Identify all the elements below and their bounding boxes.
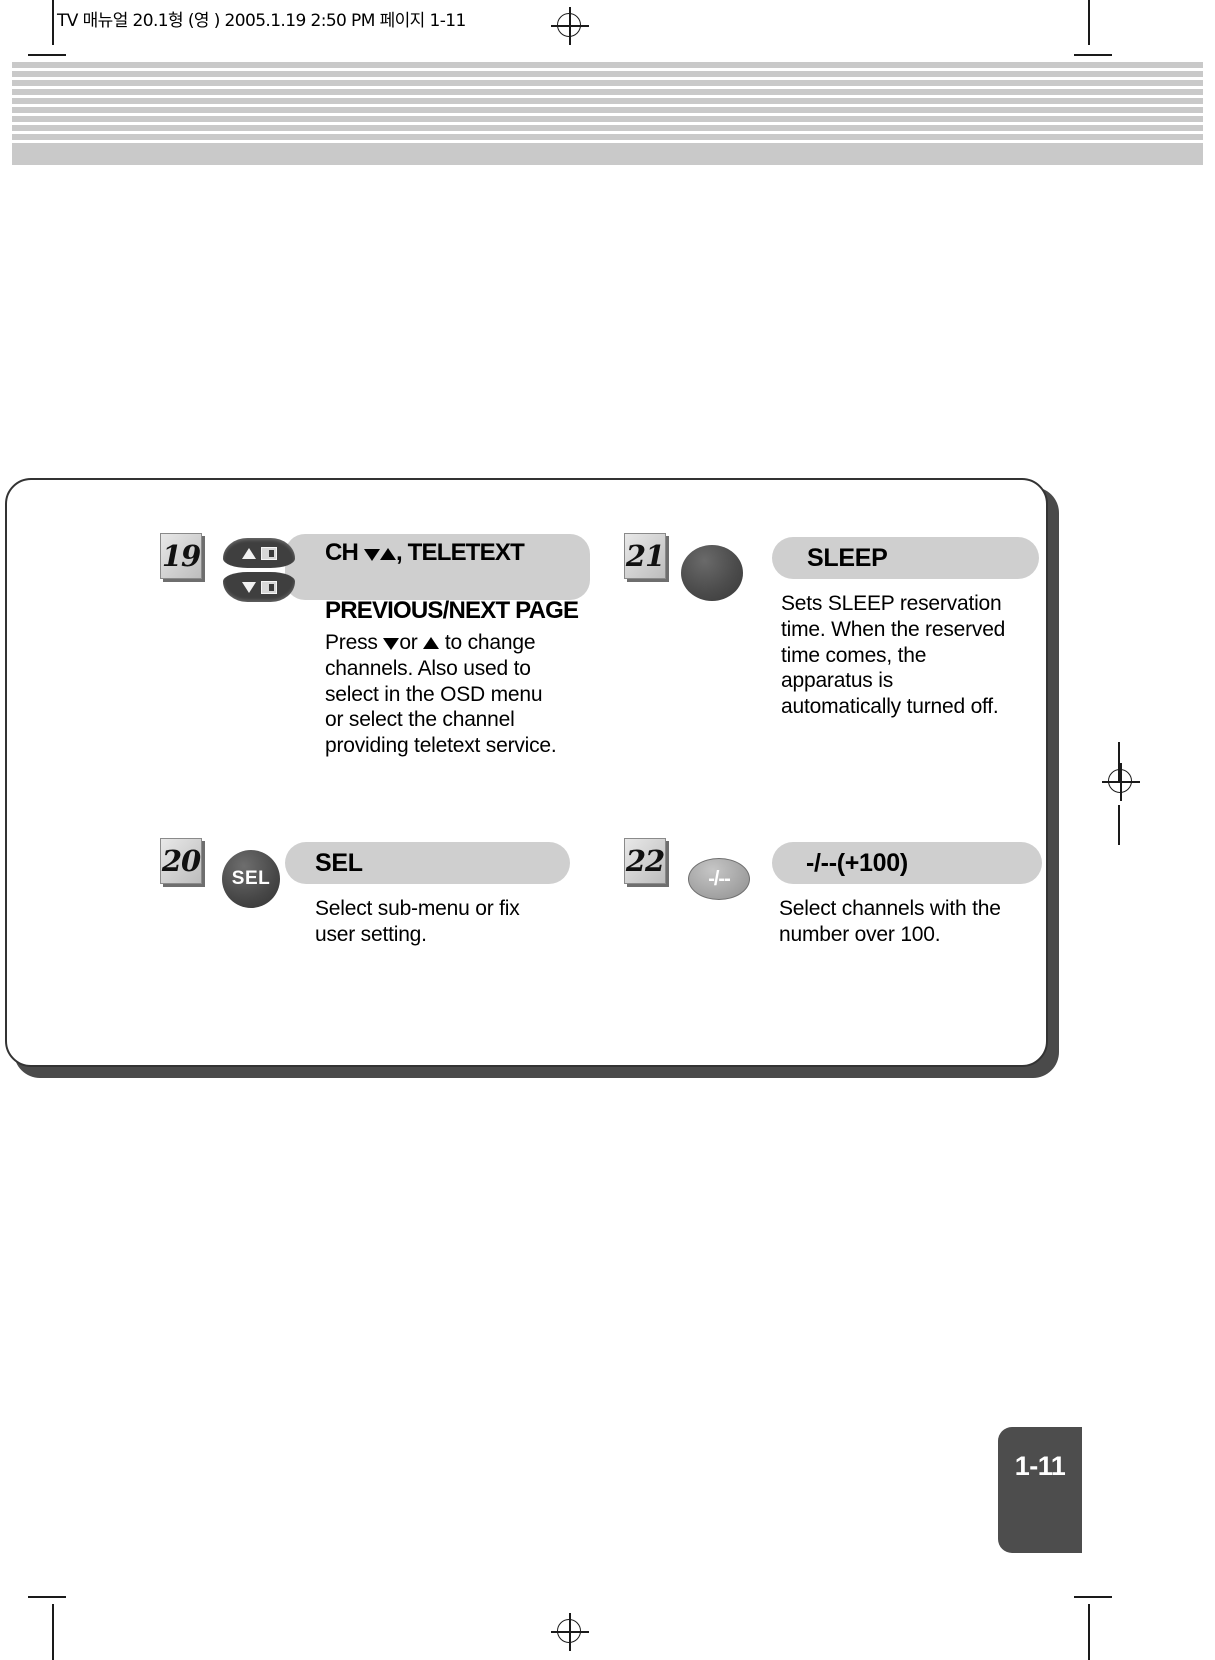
entry-20-number-chip: 20 bbox=[160, 838, 202, 884]
triangle-up-icon bbox=[241, 547, 256, 559]
registration-mark-bottom bbox=[551, 1613, 589, 1651]
dash-slash-oval-button-icon[interactable]: -/-- bbox=[688, 858, 750, 900]
channel-up-button[interactable] bbox=[223, 538, 295, 568]
entry-19-title-line1-suffix: , TELETEXT bbox=[395, 538, 525, 566]
feature-entry-22: 22 -/--(+100) -/-- Select channels with … bbox=[624, 838, 1042, 946]
entry-19-body-mid: or bbox=[399, 631, 424, 654]
triangle-down-icon bbox=[241, 581, 256, 593]
feature-entry-21: 21 SLEEP Sets SLEEP reservation time. Wh… bbox=[624, 533, 1039, 718]
entry-22-header: 22 -/--(+100) -/-- bbox=[624, 838, 1042, 900]
crop-mark-bottom-left-horizontal bbox=[28, 1596, 66, 1598]
entry-19-body-prefix: Press bbox=[325, 631, 384, 654]
dash-slash-button-label: -/-- bbox=[708, 867, 731, 890]
entry-22-number-chip: 22 bbox=[624, 838, 666, 884]
crop-mark-bottom-left-vertical bbox=[52, 1604, 54, 1660]
entry-22-title: -/--(+100) bbox=[806, 848, 908, 877]
crop-mark-top-right-vertical bbox=[1088, 0, 1090, 45]
triangle-down-icon bbox=[363, 548, 380, 561]
entry-21-title: SLEEP bbox=[807, 543, 888, 572]
sel-button-label: SEL bbox=[231, 868, 271, 889]
entry-21-title-pill: SLEEP bbox=[772, 537, 1039, 579]
registration-mark-right bbox=[1102, 763, 1140, 801]
registration-mark-top bbox=[551, 7, 589, 45]
entry-19-body: Press or to change channels. Also used t… bbox=[325, 630, 565, 759]
page-number-label: 1-11 bbox=[1014, 1450, 1066, 1481]
teletext-page-icon bbox=[260, 546, 277, 560]
crop-mark-top-left-horizontal bbox=[28, 54, 66, 56]
page-number-tab: 1-11 bbox=[998, 1427, 1082, 1553]
entry-19-title-line2: PREVIOUS/NEXT PAGE bbox=[325, 597, 579, 625]
triangle-up-icon bbox=[379, 547, 396, 560]
channel-rocker-icon[interactable] bbox=[223, 538, 295, 602]
entry-21-number-chip: 21 bbox=[624, 533, 666, 579]
entry-20-body: Select sub-menu or fix user setting. bbox=[315, 897, 520, 946]
crop-mark-top-right-horizontal bbox=[1074, 54, 1112, 56]
crop-mark-bottom-right-horizontal bbox=[1074, 1596, 1112, 1598]
entry-20-header: 20 SEL SEL bbox=[160, 838, 570, 908]
sleep-round-button-icon[interactable] bbox=[681, 545, 743, 601]
decorative-solid-band bbox=[12, 143, 1203, 165]
entry-19-title: CH , TELETEXT PREVIOUS/NEXT PAGE bbox=[325, 508, 579, 625]
crop-mark-top-left-vertical bbox=[52, 0, 54, 45]
triangle-down-icon bbox=[383, 638, 400, 650]
entry-19-number-chip: 19 bbox=[160, 533, 202, 579]
teletext-page-icon bbox=[260, 580, 277, 594]
entry-20-title-pill: SEL bbox=[285, 842, 570, 884]
sel-round-button-icon[interactable]: SEL bbox=[222, 850, 280, 908]
channel-down-button[interactable] bbox=[223, 572, 295, 602]
entry-21-body: Sets SLEEP reservation time. When the re… bbox=[781, 592, 1006, 719]
feature-entry-20: 20 SEL SEL Select sub-menu or fix user s… bbox=[160, 838, 570, 946]
entry-19-title-line1-prefix: CH bbox=[325, 538, 364, 566]
entry-21-header: 21 SLEEP bbox=[624, 533, 1039, 601]
crop-mark-bottom-right-vertical bbox=[1088, 1604, 1090, 1660]
file-timestamp-header: TV 매뉴얼 20.1형 (영 ) 2005.1.19 2:50 PM 페이지 … bbox=[57, 11, 466, 31]
entry-19-header: 19 CH , TELETEXT PREVIOUS/NEXT PAGE bbox=[160, 533, 590, 624]
triangle-up-icon bbox=[423, 637, 440, 649]
entry-22-title-pill: -/--(+100) bbox=[772, 842, 1042, 884]
entry-19-title-pill: CH , TELETEXT PREVIOUS/NEXT PAGE bbox=[285, 534, 590, 624]
feature-entry-19: 19 CH , TELETEXT PREVIOUS/NEXT PAGE Pres… bbox=[160, 533, 590, 757]
entry-20-title: SEL bbox=[315, 848, 363, 877]
crop-mark-right-middle-lower bbox=[1118, 805, 1120, 845]
entry-22-body: Select channels with the number over 100… bbox=[779, 897, 1001, 946]
